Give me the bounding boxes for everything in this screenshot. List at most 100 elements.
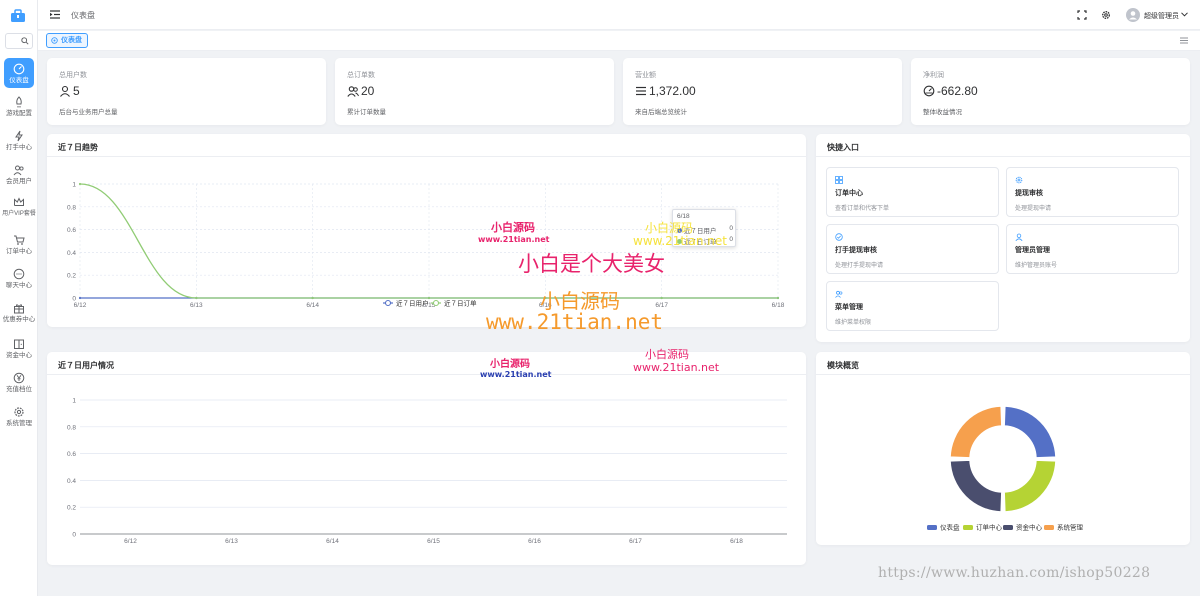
module-overview-panel: 模块概览 仪表盘 订单中心 资金中心 系统管理 [816, 352, 1190, 545]
stat-value: 1,372.00 [649, 84, 696, 98]
sidebar-item-label: 用户VIP套餐 [2, 211, 36, 217]
menu-icon [636, 86, 646, 96]
quick-entry-admin-manage[interactable]: 管理员管理 维护管理员账号 [1006, 224, 1179, 274]
sidebar-item-label: 订单中心 [6, 248, 32, 255]
quick-entry-title: 订单中心 [835, 190, 863, 197]
fullscreen-icon[interactable] [1077, 10, 1087, 20]
stat-desc: 来自后端总览统计 [635, 109, 687, 116]
sidebar-item[interactable]: 游戏配置 [0, 96, 38, 118]
tab-dashboard[interactable]: 仪表盘 [46, 33, 88, 48]
quick-entry-title: 打手提现审核 [835, 247, 877, 254]
y-tick-label: 0.2 [67, 273, 76, 280]
stat-value: -662.80 [937, 84, 978, 98]
y-tick-label: 0 [72, 532, 76, 539]
stat-desc: 后台与业务用户总量 [59, 109, 118, 116]
y-tick-label: 0.6 [67, 227, 76, 234]
sidebar-item-label: 聊天中心 [6, 282, 32, 289]
rocket-icon [16, 96, 22, 108]
sidebar-item[interactable]: 资金中心 [0, 338, 38, 360]
module-donut-chart: 仪表盘 订单中心 资金中心 系统管理 [927, 405, 1084, 532]
quick-entry-orders[interactable]: 订单中心 查看订单和代客下单 [826, 167, 999, 217]
y-tick-label: 1 [72, 182, 76, 189]
users-icon [347, 86, 359, 97]
tag-dot-icon [51, 37, 58, 44]
tags-bar: 仪表盘 [38, 31, 1200, 51]
stat-card-orders: 总订单数 20 累计订单数量 [335, 58, 614, 125]
data-point [776, 296, 780, 300]
logo-icon [11, 9, 25, 22]
quick-entry-player-withdraw[interactable]: 打手提现审核 处理打手提现申请 [826, 224, 999, 274]
collapse-menu-icon[interactable] [50, 10, 60, 19]
sidebar-item[interactable]: 用户VIP套餐 [0, 196, 38, 218]
sidebar-item[interactable]: 系统管理 [0, 406, 38, 428]
stat-card-users: 总用户数 5 后台与业务用户总量 [47, 58, 326, 125]
y-tick-label: 0.4 [67, 250, 76, 257]
x-tick-label: 6/15 [427, 538, 440, 545]
quick-entry-title: 管理员管理 [1015, 247, 1050, 254]
chat-icon [13, 268, 25, 280]
sidebar-item[interactable]: 优惠券中心 [0, 302, 38, 324]
data-point [311, 296, 314, 300]
stat-card-revenue: 营业额 1,372.00 来自后端总览统计 [623, 58, 902, 125]
stat-title: 总订单数 [347, 72, 375, 79]
sidebar-item[interactable]: 会员用户 [0, 164, 38, 186]
legend-marker [384, 299, 392, 307]
legend-label: 订单中心 [976, 523, 1003, 532]
chevron-down-icon[interactable] [1181, 12, 1188, 17]
legend-swatch [963, 525, 973, 530]
user-icon [60, 85, 70, 97]
sidebar-item[interactable]: 聊天中心 [0, 268, 38, 290]
pie-slice [949, 459, 1003, 513]
sidebar-item[interactable]: 打手中心 [0, 130, 38, 152]
stat-value-row: 20 [347, 84, 374, 98]
quick-entry-desc: 维护管理员账号 [1015, 263, 1058, 269]
avatar[interactable] [1126, 8, 1140, 22]
stat-desc: 整体收益情况 [923, 109, 962, 116]
top-header: 仪表盘 超级管理员 [38, 0, 1200, 30]
gear-icon [14, 407, 24, 417]
users-icon [13, 165, 24, 176]
quick-entry-title: 菜单管理 [835, 304, 863, 311]
users-icon [835, 290, 843, 298]
watermark-text: www.21tian.net [633, 361, 720, 374]
sidebar-item[interactable]: 订单中心 [0, 234, 38, 256]
tab-label: 仪表盘 [61, 37, 82, 44]
settings-icon[interactable] [1101, 10, 1111, 20]
y-tick-label: 0.8 [67, 424, 76, 431]
sidebar-item-label: 会员用户 [6, 178, 32, 185]
sidebar-item-label: 系统管理 [6, 420, 32, 427]
x-tick-label: 6/17 [655, 302, 668, 309]
quick-entry-title: 提现审核 [1015, 190, 1043, 197]
pie-slice [949, 405, 1003, 459]
x-tick-label: 6/13 [225, 538, 238, 545]
quick-entry-desc: 查看订单和代客下单 [835, 206, 890, 212]
gift-icon [14, 304, 24, 314]
x-tick-label: 6/13 [190, 302, 203, 309]
wallet-icon [14, 339, 24, 349]
quick-entry-desc: 维护菜单权限 [835, 320, 872, 326]
user-name[interactable]: 超级管理员 [1144, 11, 1179, 21]
legend-marker [432, 299, 440, 307]
quick-entry-withdraw-review[interactable]: 提现审核 处理提现申请 [1006, 167, 1179, 217]
pie-slice [1003, 405, 1057, 459]
legend-label: 系统管理 [1057, 523, 1084, 532]
yen-icon [13, 372, 25, 384]
menu-search-input[interactable] [5, 33, 33, 49]
sidebar-item[interactable]: 仪表盘 [4, 58, 34, 88]
list-menu-icon[interactable] [1180, 37, 1188, 44]
sidebar-item-label: 仪表盘 [9, 77, 29, 84]
stat-title: 总用户数 [59, 72, 87, 79]
y-tick-label: 0.6 [67, 451, 76, 458]
stat-value-row: 1,372.00 [635, 84, 696, 98]
stat-title: 营业额 [635, 72, 656, 79]
x-tick-label: 6/14 [326, 538, 339, 545]
x-tick-label: 6/12 [124, 538, 137, 545]
sidebar-item-label: 优惠券中心 [2, 316, 36, 323]
user-icon [1015, 233, 1023, 241]
x-tick-label: 6/12 [74, 302, 87, 309]
panel-title: 快捷入口 [827, 143, 859, 152]
gauge-icon [923, 85, 935, 97]
sidebar-item[interactable]: 充值档位 [0, 372, 38, 394]
stat-value: 5 [73, 84, 80, 98]
quick-entry-menu-manage[interactable]: 菜单管理 维护菜单权限 [826, 281, 999, 331]
